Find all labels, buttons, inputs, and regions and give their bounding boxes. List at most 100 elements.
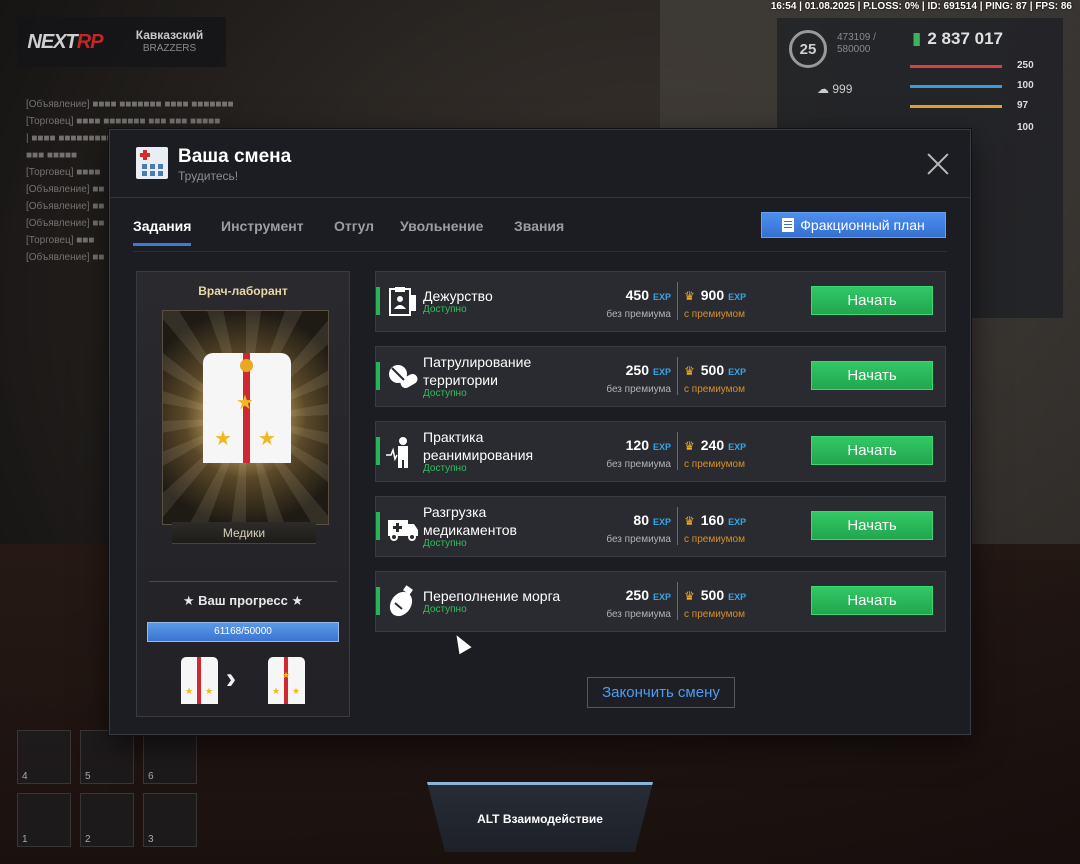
task-status: Доступно [423,463,467,474]
task-row: Переполнение морга Доступно 250 EXP без прем… [375,571,946,632]
stat-food: 97 [1017,100,1029,111]
faction-name: Медики [172,522,316,544]
tab-dismissal[interactable]: Увольнение [400,218,483,246]
task-accent [376,512,380,540]
current-rank-icon: ★ ★ [181,657,218,704]
premium-exp: ♛ 900 EXP [684,287,747,303]
status-bar: 16:54 | 01.08.2025 | P.LOSS: 0% | ID: 69… [770,1,1072,12]
crown-icon: ♛ [684,589,695,603]
tab-tasks[interactable]: Задания [133,218,192,246]
task-row: Практика реанимирования Доступно 120 EXP без … [375,421,946,482]
task-status: Доступно [423,604,467,615]
task-row: Патрулирование территории Доступно 250 EXP бе… [375,346,946,407]
crown-icon: ♛ [684,289,695,303]
task-name: Дежурство [423,288,493,304]
task-accent [376,437,380,465]
next-rank-icon: ★ ★ ★ [268,657,305,704]
task-name: Разгрузка медикаментов [423,504,517,538]
ambulance-icon [386,510,420,544]
base-exp-label: без премиума [606,534,671,545]
base-exp-label: без премиума [606,609,671,620]
progress-title: ★ Ваш прогресс ★ [182,593,304,608]
rank-card: Врач-лаборант ★ ★ ★ Медики ★ Ваш прогрес… [136,271,350,717]
stat-health: 250 [1017,60,1034,71]
exp-counter: 473109 /580000 [837,32,876,55]
hotbar-slot-5[interactable]: 5 [80,730,134,784]
task-name: Переполнение морга [423,588,561,604]
shift-modal: Ваша смена Трудитесь! Задания Инструмент… [109,129,971,735]
premium-exp-label: с премиумом [684,309,745,320]
body-bag-icon [386,585,420,619]
end-shift-button[interactable]: Закончить смену [587,677,735,708]
divider [149,581,337,582]
divider [677,282,678,320]
premium-exp-label: с премиумом [684,384,745,395]
server-sub: BRAZZERS [142,43,197,54]
shoulder-strap-icon: ★ ★ ★ [203,353,291,463]
crown-icon: ♛ [684,514,695,528]
faction-plan-button[interactable]: Фракционный план [761,212,946,238]
modal-header: Ваша смена Трудитесь! [110,130,970,198]
hunger-bar [910,85,1002,88]
hotbar-slot-6[interactable]: 6 [143,730,197,784]
brand-logo: NEXTRP [27,30,103,53]
pills-icon [386,360,420,394]
hotbar-slot-1[interactable]: 1 [17,793,71,847]
base-exp-label: без премиума [606,309,671,320]
server-name: Кавказский [135,28,204,42]
base-exp: 450 EXP [625,287,671,303]
base-exp: 120 EXP [625,437,671,453]
premium-exp: ♛ 500 EXP [684,362,747,378]
close-icon[interactable] [924,150,952,178]
start-task-button[interactable]: Начать [811,511,933,540]
premium-exp: ♛ 160 EXP [684,512,747,528]
tab-ranks[interactable]: Звания [514,218,564,246]
rank-insignia: ★ ★ ★ [162,310,329,525]
server-logo: NEXTRP Кавказский BRAZZERS [17,17,226,67]
hotbar-slot-3[interactable]: 3 [143,793,197,847]
modal-subtitle: Трудитесь! [178,169,239,183]
progress-text: 61168/50000 [214,626,272,637]
base-exp-label: без премиума [606,384,671,395]
divider [677,507,678,545]
rank-name: Врач-лаборант [198,284,288,298]
premium-exp-label: с премиумом [684,609,745,620]
hearts-counter: ☁ 999 [817,82,853,96]
divider [677,432,678,470]
interaction-hint: ALT Взаимодействие [477,812,603,826]
clipboard-doctor-icon [386,285,420,319]
crown-icon: ♛ [684,439,695,453]
level-badge: 25 [789,30,827,68]
tab-leave[interactable]: Отгул [334,218,374,246]
hotbar-slot-2[interactable]: 2 [80,793,134,847]
task-accent [376,287,380,315]
money-icon: ▮ [912,29,922,48]
base-exp: 250 EXP [625,587,671,603]
modal-title: Ваша смена [178,146,292,167]
premium-exp-label: с премиумом [684,534,745,545]
premium-exp: ♛ 500 EXP [684,587,747,603]
start-task-button[interactable]: Начать [811,361,933,390]
task-row: Дежурство Доступно 450 EXP без премиума ♛ 900 E… [375,271,946,332]
task-row: Разгрузка медикаментов Доступно 80 EXP без пр… [375,496,946,557]
premium-exp-label: с премиумом [684,459,745,470]
start-task-button[interactable]: Начать [811,436,933,465]
base-exp: 250 EXP [625,362,671,378]
task-status: Доступно [423,538,467,549]
task-status: Доступно [423,388,467,399]
hospital-icon [136,147,168,179]
thirst-bar [910,105,1002,108]
divider [677,582,678,620]
task-name: Практика реанимирования [423,429,534,463]
health-bar [910,65,1002,68]
start-task-button[interactable]: Начать [811,586,933,615]
stat-armor: 100 [1017,122,1034,133]
premium-exp: ♛ 240 EXP [684,437,747,453]
start-task-button[interactable]: Начать [811,286,933,315]
heartbeat-person-icon [386,435,420,469]
hotbar-slot-4[interactable]: 4 [17,730,71,784]
base-exp: 80 EXP [633,512,671,528]
task-accent [376,587,380,615]
stat-energy: 100 [1017,80,1034,91]
tab-tools[interactable]: Инструмент [221,218,304,246]
